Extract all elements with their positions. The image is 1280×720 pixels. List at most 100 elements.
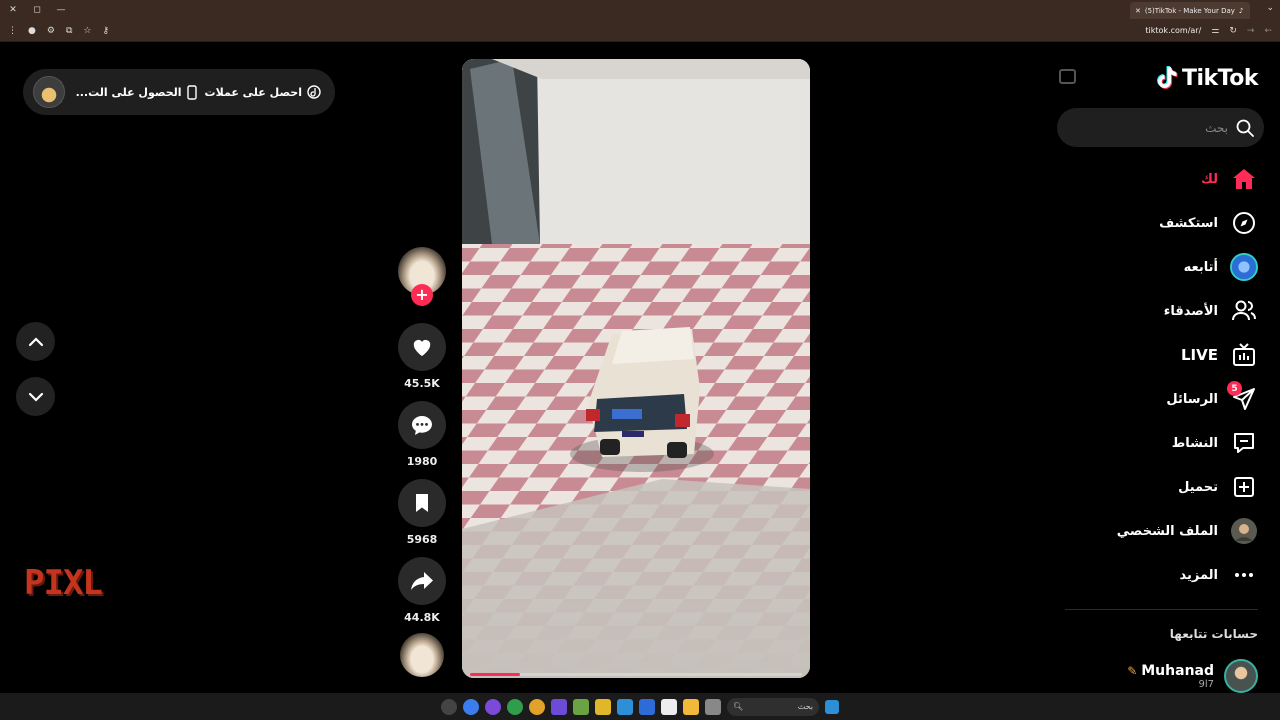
video-progress-bar[interactable] (470, 673, 802, 676)
sidebar-item-label: تحميل (1178, 479, 1218, 495)
maximize-icon[interactable]: ◻ (30, 5, 44, 15)
close-icon[interactable]: ✕ (6, 5, 20, 15)
sidebar-item-label: المزيد (1179, 567, 1218, 583)
star-icon[interactable]: ☆ (83, 26, 91, 36)
tiktok-note-icon (1157, 66, 1178, 89)
site-settings-icon[interactable]: ⚌ (1211, 26, 1219, 36)
sidebar-item-more[interactable]: المزيد (1179, 561, 1258, 589)
phone-icon (186, 84, 197, 100)
reload-icon[interactable]: ↻ (1229, 26, 1237, 36)
account-username: 9l7 (1198, 678, 1214, 690)
coin-icon (307, 85, 321, 99)
extensions-icon[interactable]: ⚙ (47, 26, 55, 36)
logo-text: TikTok (1181, 65, 1259, 91)
tab-menu-icon[interactable]: ⌄ (1266, 3, 1274, 13)
tiktok-favicon-icon: ♪ (1238, 6, 1244, 15)
next-video-button[interactable] (16, 377, 55, 416)
app-icon-games[interactable] (551, 698, 567, 715)
task-view-icon[interactable] (705, 698, 721, 715)
share-arrow-icon (411, 572, 433, 590)
sidebar-item-friends[interactable]: الأصدقاء (1164, 297, 1258, 325)
account-text: Muhanad ✎ 9l7 (1127, 663, 1214, 690)
windows-start-icon[interactable] (825, 699, 839, 714)
sidebar-item-messages[interactable]: 5 الرسائل (1166, 381, 1258, 413)
search-placeholder: بحث (1205, 120, 1228, 135)
search-icon: 🔍︎ (733, 702, 744, 711)
sidebar: TikTok بحث لك استكشف أتابعه الأصدقاء LIV… (1052, 43, 1280, 693)
key-icon[interactable]: ⚷ (102, 26, 109, 36)
tab-close-icon[interactable]: ✕ (1135, 7, 1141, 15)
browser-titlebar: ✕ ◻ — + ✕ (5)TikTok - Make Your Day ♪ ⌄ (0, 0, 1280, 20)
taskbar-search-label: بحث (797, 702, 813, 711)
browser-tab[interactable]: ✕ (5)TikTok - Make Your Day ♪ (1130, 2, 1250, 19)
follow-button[interactable]: + (411, 284, 433, 306)
app-icon-minecraft[interactable] (573, 698, 589, 715)
search-input[interactable]: بحث (1057, 108, 1264, 147)
tab-title: (5)TikTok - Make Your Day (1144, 6, 1235, 15)
chrome-icon[interactable] (507, 698, 523, 715)
sidebar-item-explore[interactable]: استكشف (1159, 209, 1258, 237)
get-app-button[interactable]: الحصول على الت... (76, 84, 197, 100)
comment-icon (412, 416, 432, 435)
friends-icon (1230, 297, 1258, 325)
sidebar-item-live[interactable]: LIVE (1181, 341, 1258, 369)
comment-button[interactable] (398, 401, 446, 449)
more-dots-icon (1230, 561, 1258, 589)
app-icon-discord[interactable] (485, 698, 501, 715)
feather-icon: ✎ (1127, 663, 1138, 678)
app-icon-browser[interactable] (463, 698, 479, 715)
compass-icon (1230, 209, 1258, 237)
tiktok-logo[interactable]: TikTok (1156, 65, 1259, 91)
sidebar-item-for-you[interactable]: لك (1201, 165, 1258, 193)
music-disc-avatar[interactable] (400, 633, 444, 677)
url-field[interactable]: tiktok.com/ar/ (1145, 26, 1201, 35)
account-name: Muhanad (1141, 662, 1214, 679)
sidebar-item-following[interactable]: أتابعه (1184, 253, 1258, 281)
like-count: 45.5K (404, 377, 440, 390)
sidebar-item-upload[interactable]: تحميل (1178, 473, 1258, 501)
profile-icon[interactable]: ● (28, 26, 36, 36)
app-icon-paint[interactable] (595, 698, 611, 715)
account-avatar (1224, 659, 1258, 693)
top-actions-bar: احصل على عملات الحصول على الت... (23, 69, 335, 115)
app-icon-1[interactable] (441, 698, 457, 715)
sidebar-item-label: استكشف (1159, 215, 1218, 231)
app-icon-edge[interactable] (639, 698, 655, 715)
bookmark-icon (416, 494, 428, 512)
video-progress-fill (470, 673, 520, 676)
minimize-icon[interactable]: — (54, 5, 68, 15)
get-coins-button[interactable]: احصل على عملات (205, 85, 321, 99)
like-button[interactable] (398, 323, 446, 371)
following-account-item[interactable]: Muhanad ✎ 9l7 (1127, 659, 1258, 693)
send-icon: 5 (1227, 381, 1258, 413)
live-tv-icon (1230, 341, 1258, 369)
save-button[interactable] (398, 479, 446, 527)
home-icon (1230, 165, 1258, 193)
user-avatar[interactable] (33, 76, 65, 108)
video-player[interactable] (462, 59, 810, 678)
comment-count: 1980 (406, 455, 438, 468)
share-count: 44.8K (404, 611, 440, 624)
previous-video-button[interactable] (16, 322, 55, 361)
chevron-down-icon (28, 392, 43, 402)
chevron-up-icon (28, 336, 43, 346)
chrome-icon-2[interactable] (529, 698, 545, 715)
forward-icon[interactable]: → (1247, 26, 1255, 36)
address-bar: ⋮ ● ⚙ ⧉ ☆ ⚷ tiktok.com/ar/ ⚌ ↻ → ← (0, 20, 1280, 42)
collapse-sidebar-icon[interactable] (1059, 69, 1076, 84)
back-icon[interactable]: ← (1264, 26, 1272, 36)
taskbar-search[interactable]: 🔍︎ بحث (727, 697, 819, 716)
heart-icon (413, 339, 431, 357)
sidebar-item-profile[interactable]: الملف الشخصي (1117, 517, 1258, 545)
menu-dots-icon[interactable]: ⋮ (8, 26, 17, 36)
tiktok-page: احصل على عملات الحصول على الت... PIXL + … (0, 43, 1280, 693)
app-icon-store[interactable] (661, 698, 677, 715)
sidebar-item-label: الملف الشخصي (1116, 523, 1218, 539)
puzzle-icon[interactable]: ⧉ (66, 26, 72, 36)
app-icon-mail[interactable] (617, 698, 633, 715)
file-explorer-icon[interactable] (683, 698, 699, 715)
sidebar-item-activity[interactable]: النشاط (1172, 429, 1258, 457)
sidebar-item-label: LIVE (1181, 346, 1218, 364)
following-accounts-title: حسابات تتابعها (1169, 627, 1258, 641)
share-button[interactable] (398, 557, 446, 605)
